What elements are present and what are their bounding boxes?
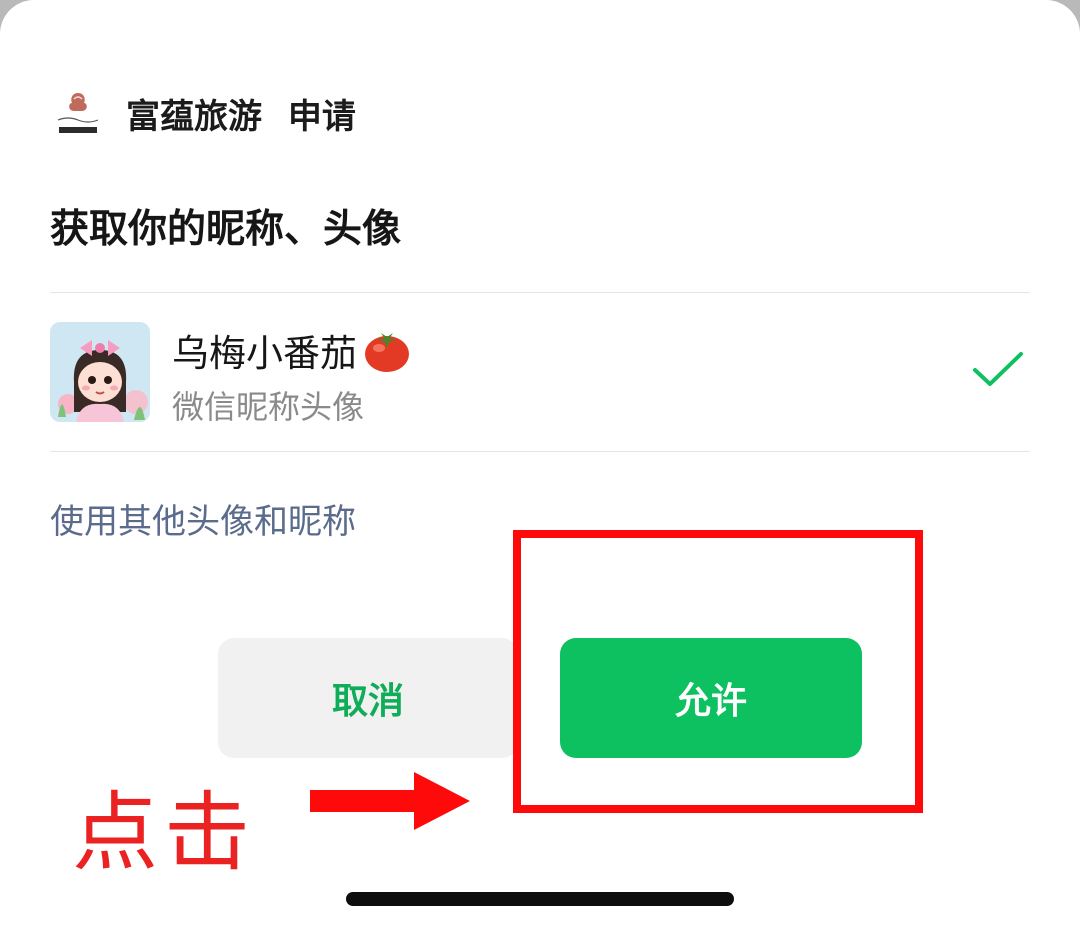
app-logo [50, 85, 106, 141]
use-other-profile-link[interactable]: 使用其他头像和昵称 [50, 494, 356, 543]
cancel-button[interactable]: 取消 [218, 638, 518, 758]
app-header: 富蕴旅游 申请 [50, 85, 356, 141]
permission-title: 获取你的昵称、头像 [50, 207, 402, 252]
app-name: 富蕴旅游 [126, 96, 262, 137]
home-indicator [346, 892, 734, 906]
arrow-right-icon [310, 770, 470, 834]
profile-option-wechat[interactable]: 乌梅小番茄 微信昵称头像 [50, 322, 1030, 426]
profile-subtitle: 微信昵称头像 [172, 388, 365, 426]
divider-top [50, 292, 1030, 293]
nickname-line: 乌梅小番茄 [172, 322, 413, 378]
allow-button[interactable]: 允许 [560, 638, 862, 758]
nickname: 乌梅小番茄 [172, 332, 357, 375]
checkmark-icon [972, 350, 1024, 390]
avatar [50, 322, 150, 422]
annotation-click-label: 点击 [72, 783, 256, 883]
tomato-icon [361, 324, 413, 376]
request-word: 申请 [287, 96, 356, 137]
authorization-sheet: 富蕴旅游 申请 获取你的昵称、头像 乌梅小番茄 微信昵称头像 使用其他头像和昵称… [0, 0, 1080, 925]
divider-bottom [50, 451, 1030, 452]
